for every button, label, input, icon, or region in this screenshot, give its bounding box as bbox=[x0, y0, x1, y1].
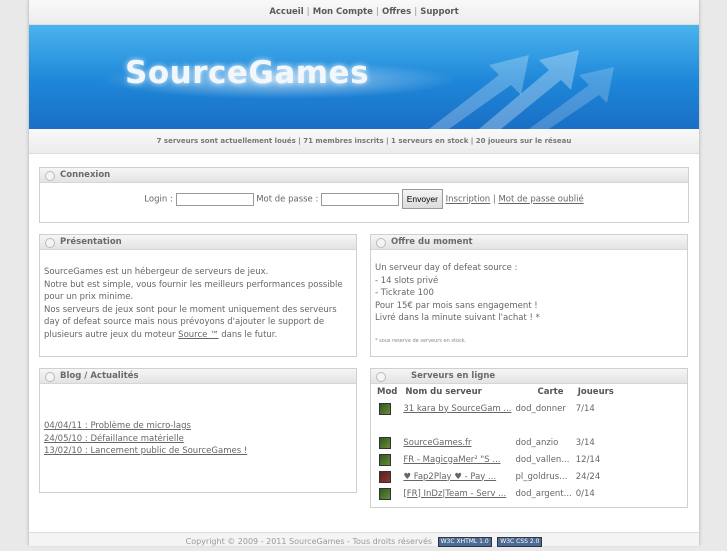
table-row: [FR] InDz|Team - Serv ... dod_argent... … bbox=[373, 485, 618, 502]
blog-box: Blog / Actualités 04/04/11 : Problème de… bbox=[39, 368, 357, 493]
nav-offres[interactable]: Offres bbox=[382, 7, 411, 17]
login-box: Connexion Login : Mot de passe : Envoyer… bbox=[39, 167, 689, 223]
col-players: Joueurs bbox=[577, 387, 614, 397]
table-row bbox=[373, 417, 618, 434]
arrows-graphic bbox=[429, 50, 614, 129]
server-map: dod_donner bbox=[515, 403, 566, 414]
server-name-link[interactable]: FR - MagicgaMer² "S ... bbox=[403, 455, 500, 465]
server-players: 12/14 bbox=[575, 454, 601, 465]
site-logo[interactable]: SourceGames bbox=[125, 55, 369, 91]
blog-item[interactable]: 13/02/10 : Lancement public de SourceGam… bbox=[44, 446, 247, 456]
bullet-icon bbox=[376, 372, 386, 382]
offer-line: Livré dans la minute suivant l'achat ! * bbox=[375, 313, 540, 323]
password-label: Mot de passe : bbox=[256, 194, 319, 205]
bullet-icon bbox=[45, 372, 55, 382]
login-input[interactable] bbox=[175, 192, 254, 206]
col-name: Nom du serveur bbox=[405, 387, 482, 397]
offer-line: Pour 15€ par mois sans engagement ! bbox=[375, 300, 538, 311]
submit-button[interactable]: Envoyer bbox=[401, 189, 443, 209]
table-row: SourceGames.fr dod_anzio 3/14 bbox=[373, 434, 618, 451]
stats-bar: 7 serveurs sont actuellement loués | 71 … bbox=[29, 129, 699, 154]
table-row: FR - MagicgaMer² "S ... dod_vallen... 12… bbox=[373, 451, 618, 468]
servers-table: Mod Nom du serveur Carte Joueurs 31 kara… bbox=[373, 384, 618, 502]
blog-header: Blog / Actualités bbox=[40, 369, 356, 384]
server-map: pl_goldrus... bbox=[515, 471, 568, 482]
presentation-p3: Nos serveurs de jeux sont pour le moment… bbox=[44, 304, 337, 340]
nav-support[interactable]: Support bbox=[420, 7, 458, 17]
presentation-box: Présentation SourceGames est un hébergeu… bbox=[39, 234, 357, 357]
top-nav: Accueil | Mon Compte | Offres | Support bbox=[29, 0, 699, 25]
offer-box: Offre du moment Un serveur day of defeat… bbox=[370, 234, 688, 357]
tf2-mod-icon bbox=[379, 470, 391, 483]
server-players: 7/14 bbox=[575, 403, 595, 414]
page: Accueil | Mon Compte | Offres | Support Source… bbox=[28, 0, 700, 547]
link-separator: | bbox=[492, 194, 496, 205]
offer-line: Un serveur day of defeat source : bbox=[375, 263, 518, 273]
bullet-icon bbox=[45, 171, 55, 181]
col-mod: Mod bbox=[377, 387, 398, 397]
dod-mod-icon bbox=[379, 453, 391, 466]
presentation-header: Présentation bbox=[40, 235, 356, 250]
presentation-p2: Notre but est simple, vous fournir les m… bbox=[44, 279, 343, 303]
server-players: 24/24 bbox=[575, 471, 601, 482]
login-label: Login : bbox=[144, 194, 173, 205]
footer: Copyright © 2009 - 2011 SourceGames - To… bbox=[29, 532, 699, 547]
forgot-password-link[interactable]: Mot de passe oublié bbox=[498, 195, 583, 205]
offer-note: * sous reserve de serveurs en stock. bbox=[375, 337, 467, 344]
bullet-icon bbox=[376, 238, 386, 248]
servers-header: Serveurs en ligne bbox=[371, 369, 687, 384]
dod-mod-icon bbox=[379, 436, 391, 449]
bullet-icon bbox=[45, 238, 55, 248]
source-link[interactable]: Source ™ bbox=[178, 330, 218, 340]
xhtml-badge[interactable]: W3C XHTML 1.0 bbox=[437, 536, 492, 547]
table-row: ♥ Fap2Play ♥ - Pay ... pl_goldrus... 24/… bbox=[373, 468, 618, 485]
server-players: 0/14 bbox=[575, 488, 595, 499]
offer-header: Offre du moment bbox=[371, 235, 687, 250]
dod-mod-icon bbox=[379, 402, 391, 415]
dod-mod-icon bbox=[379, 487, 391, 500]
server-map: dod_argent... bbox=[515, 488, 572, 499]
offer-line: - 14 slots privé bbox=[375, 275, 439, 286]
offer-line: - Tickrate 100 bbox=[375, 288, 434, 298]
server-map: dod_vallen... bbox=[515, 454, 570, 465]
password-input[interactable] bbox=[321, 192, 400, 206]
blog-item[interactable]: 24/05/10 : Défaillance matérielle bbox=[44, 434, 184, 444]
server-name-link[interactable]: [FR] InDz|Team - Serv ... bbox=[403, 489, 506, 499]
table-header-row: Mod Nom du serveur Carte Joueurs bbox=[373, 384, 618, 400]
css-badge[interactable]: W3C CSS 2.0 bbox=[497, 536, 543, 547]
login-box-header: Connexion bbox=[40, 168, 688, 183]
nav-accueil[interactable]: Accueil bbox=[269, 7, 303, 17]
blog-item[interactable]: 04/04/11 : Problème de micro-lags bbox=[44, 421, 191, 431]
server-name-link[interactable]: ♥ Fap2Play ♥ - Pay ... bbox=[403, 472, 496, 482]
banner: SourceGames bbox=[29, 25, 699, 129]
server-map: dod_anzio bbox=[515, 437, 559, 448]
table-row: 31 kara by SourceGam ... dod_donner 7/14 bbox=[373, 400, 618, 417]
servers-box: Serveurs en ligne Mod Nom du serveur Car… bbox=[370, 368, 688, 508]
register-link[interactable]: Inscription bbox=[446, 195, 491, 205]
col-map: Carte bbox=[537, 387, 564, 397]
server-name-link[interactable]: 31 kara by SourceGam ... bbox=[403, 404, 511, 414]
server-players: 3/14 bbox=[575, 437, 595, 448]
presentation-p1: SourceGames est un hébergeur de serveurs… bbox=[44, 267, 269, 277]
nav-mon-compte[interactable]: Mon Compte bbox=[313, 7, 373, 17]
server-name-link[interactable]: SourceGames.fr bbox=[403, 438, 471, 448]
